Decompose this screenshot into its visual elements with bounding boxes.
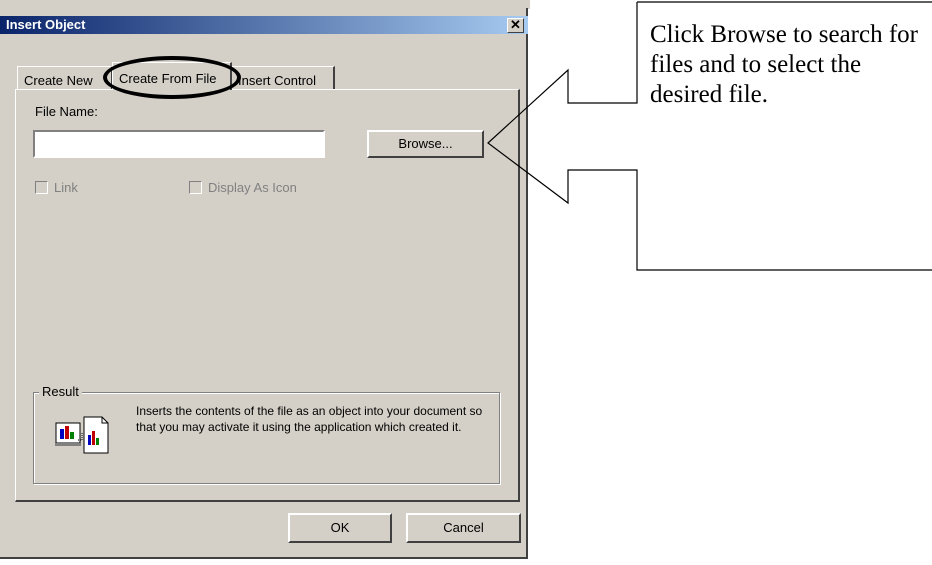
callout-text: Click Browse to search for files and to …: [650, 21, 918, 108]
highlight-oval: [103, 56, 241, 99]
